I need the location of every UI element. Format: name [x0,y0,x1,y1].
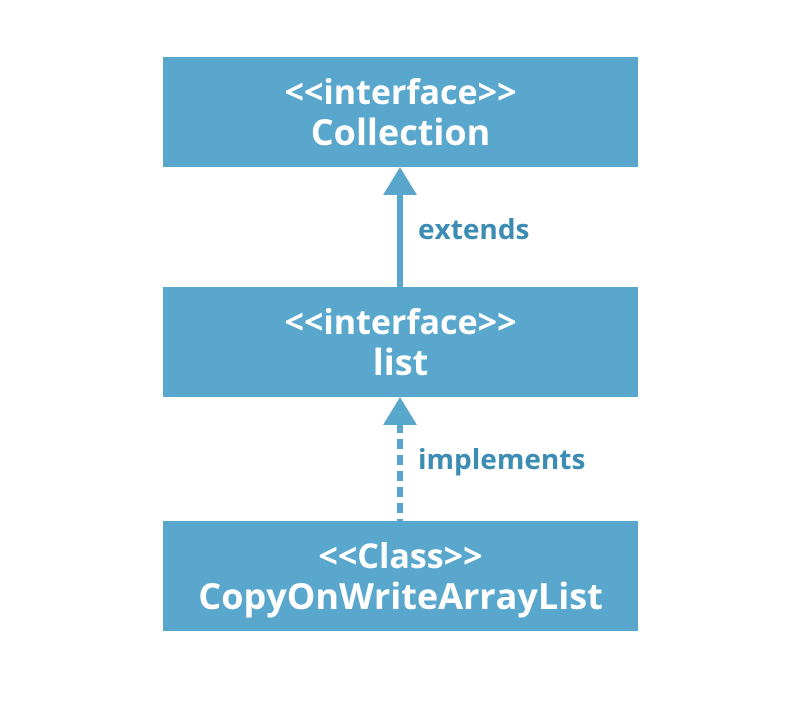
extends-arrow-shaft [397,192,403,287]
extends-arrow-head [383,167,417,195]
implements-arrow-head [383,397,417,425]
implements-label: implements [418,440,585,478]
list-stereotype: <<interface>> [284,302,516,341]
box-copyonwritearraylist: <<Class>> CopyOnWriteArrayList [163,521,638,631]
cowal-name: CopyOnWriteArrayList [198,575,602,616]
implements-arrow-shaft [397,423,403,521]
cowal-stereotype: <<Class>> [318,536,482,575]
extends-label: extends [418,210,529,248]
collection-name: Collection [311,111,491,152]
box-list: <<interface>> list [163,287,638,397]
collection-stereotype: <<interface>> [284,72,516,111]
list-name: list [373,341,429,382]
box-collection: <<interface>> Collection [163,57,638,167]
